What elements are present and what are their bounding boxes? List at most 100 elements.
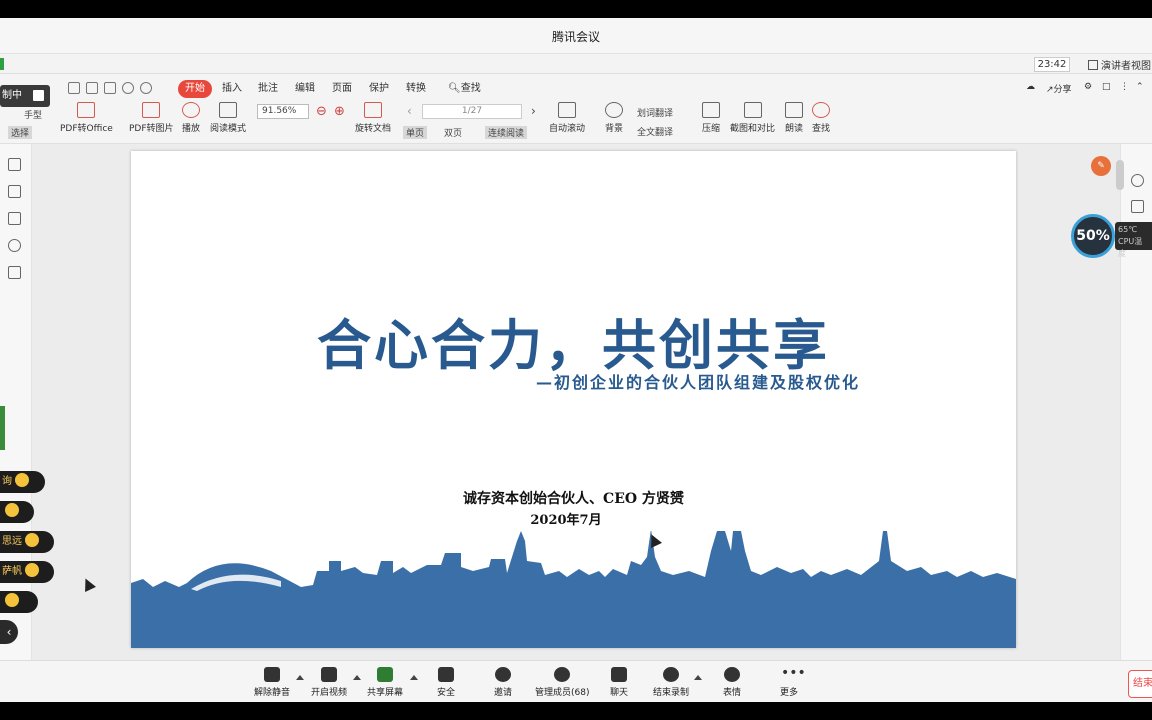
reaction-item (0, 591, 38, 613)
comment-panel-icon[interactable] (8, 212, 21, 225)
cpu-temp-label: CPU温度 (1118, 237, 1143, 258)
pdf-to-office-button[interactable]: PDF转Office (60, 102, 113, 134)
end-recording-label: 结束录制 (653, 688, 690, 698)
invite-button[interactable]: 邀请 (494, 667, 512, 698)
book-icon (219, 102, 237, 118)
view-continuous[interactable]: 连续阅读 (485, 126, 528, 139)
search-panel-icon[interactable] (1131, 174, 1144, 187)
reaction-name: 询 (2, 476, 12, 487)
auto-scroll-button[interactable]: 自动滚动 (549, 102, 585, 134)
chat-label: 聊天 (610, 688, 629, 698)
full-translate-label: 全文翻译 (637, 128, 674, 138)
security-label: 安全 (437, 688, 456, 698)
read-aloud-label: 朗读 (785, 124, 804, 134)
view-single-page[interactable]: 单页 (403, 126, 428, 139)
shield-icon (438, 667, 454, 682)
collapse-ribbon-icon[interactable]: ⌃ (1136, 82, 1144, 92)
share-button[interactable]: ↗分享 (1046, 82, 1072, 95)
reaction-item: 萨帆 (0, 561, 54, 583)
more-label: 更多 (780, 688, 799, 698)
status-bar: 23:42 演讲者视图 (0, 54, 1152, 74)
moon-icon (605, 102, 623, 118)
ribbon-search[interactable]: 🔍︎查找 (448, 80, 481, 98)
manage-members-label: 管理成员(68) (535, 688, 590, 698)
video-options-caret-icon[interactable] (353, 675, 361, 680)
start-video-button[interactable]: 开启视频 (311, 667, 347, 698)
play-icon (182, 102, 200, 118)
find-button[interactable]: 查找 (812, 102, 830, 134)
prev-page-icon[interactable]: ‹ (407, 104, 412, 118)
recording-indicator-icon (0, 58, 4, 70)
stop-icon[interactable] (33, 90, 44, 101)
tab-convert[interactable]: 转换 (406, 80, 426, 98)
tab-page[interactable]: 页面 (332, 80, 352, 98)
more-button[interactable]: ••• 更多 (780, 665, 806, 698)
screenshot-compare-button[interactable]: 截图和对比 (730, 102, 775, 134)
comment-icon[interactable]: □ (1102, 82, 1111, 92)
zoom-out-icon[interactable]: ⊖ (316, 104, 327, 119)
tab-protect[interactable]: 保护 (369, 80, 389, 98)
compress-button[interactable]: 压缩 (702, 102, 720, 134)
tab-insert[interactable]: 插入 (222, 80, 242, 98)
zoom-select[interactable]: 91.56% (257, 104, 309, 119)
reaction-item: 思远 (0, 531, 54, 553)
manage-members-button[interactable]: 管理成员(68) (535, 667, 589, 698)
redo-icon[interactable] (140, 82, 152, 94)
reaction-name: 思远 (2, 536, 22, 547)
signature-icon[interactable] (8, 266, 21, 279)
assistant-icon[interactable]: ✎ (1091, 156, 1111, 176)
recording-badge[interactable]: 制中 (0, 85, 50, 107)
zoom-in-icon[interactable]: ⊕ (334, 104, 345, 119)
tab-start[interactable]: 开始 (178, 80, 212, 98)
save-icon[interactable] (86, 82, 98, 94)
pdf-to-image-button[interactable]: PDF转图片 (129, 102, 174, 134)
word-translate-button[interactable]: 划词翻译 (637, 106, 673, 119)
tab-annotate[interactable]: 批注 (258, 80, 278, 98)
settings-gear-icon[interactable]: ⚙ (1084, 82, 1092, 92)
rotate-doc-button[interactable]: 旋转文档 (355, 102, 391, 134)
select-mode[interactable]: 选择 (8, 126, 33, 139)
more-dots-icon: ••• (781, 665, 806, 681)
emoji-button[interactable]: 表情 (723, 667, 741, 698)
next-page-icon[interactable]: › (531, 104, 536, 118)
end-recording-button[interactable]: 结束录制 (653, 667, 689, 698)
print-icon[interactable] (104, 82, 116, 94)
unmute-button[interactable]: 解除静音 (254, 667, 290, 698)
background-button[interactable]: 背景 (605, 102, 623, 134)
compress-label: 压缩 (702, 124, 721, 134)
audio-options-caret-icon[interactable] (296, 675, 304, 680)
screenshot-icon (743, 102, 762, 118)
bookmark-icon[interactable] (8, 158, 21, 171)
cloud-sync-icon[interactable]: ☁ (1026, 82, 1035, 92)
clap-icon (15, 473, 29, 487)
vertical-scrollbar[interactable] (1116, 160, 1124, 190)
end-meeting-button[interactable]: 结束 (1128, 670, 1152, 698)
play-button[interactable]: 播放 (182, 102, 200, 134)
auto-scroll-icon (558, 102, 576, 118)
attachment-icon[interactable] (8, 239, 21, 252)
more-icon[interactable]: ⋮ (1120, 82, 1129, 92)
read-aloud-button[interactable]: 朗读 (785, 102, 803, 134)
security-button[interactable]: 安全 (437, 667, 455, 698)
tab-edit[interactable]: 编辑 (295, 80, 315, 98)
reaction-item (0, 501, 34, 523)
ribbon-search-label: 查找 (460, 83, 481, 94)
translate-panel-icon[interactable] (1131, 200, 1144, 213)
share-options-caret-icon[interactable] (410, 675, 418, 680)
clap-icon (5, 593, 19, 607)
thumbnail-icon[interactable] (8, 185, 21, 198)
record-options-caret-icon[interactable] (694, 675, 702, 680)
hand-mode[interactable]: 手型 (24, 108, 42, 121)
chat-button[interactable]: 聊天 (610, 667, 628, 698)
full-translate-button[interactable]: 全文翻译 (637, 125, 673, 138)
page-number-input[interactable]: 1/27 (422, 104, 522, 119)
share-screen-button[interactable]: 共享屏幕 (367, 667, 403, 698)
play-label: 播放 (182, 124, 201, 134)
rotate-doc-label: 旋转文档 (355, 124, 392, 134)
open-folder-icon[interactable] (68, 82, 80, 94)
undo-icon[interactable] (122, 82, 134, 94)
presenter-view-button[interactable]: 演讲者视图 (1088, 57, 1151, 72)
view-double-page[interactable]: 双页 (444, 126, 462, 139)
reaction-item: 询 (0, 471, 45, 493)
read-mode-button[interactable]: 阅读模式 (210, 102, 246, 134)
